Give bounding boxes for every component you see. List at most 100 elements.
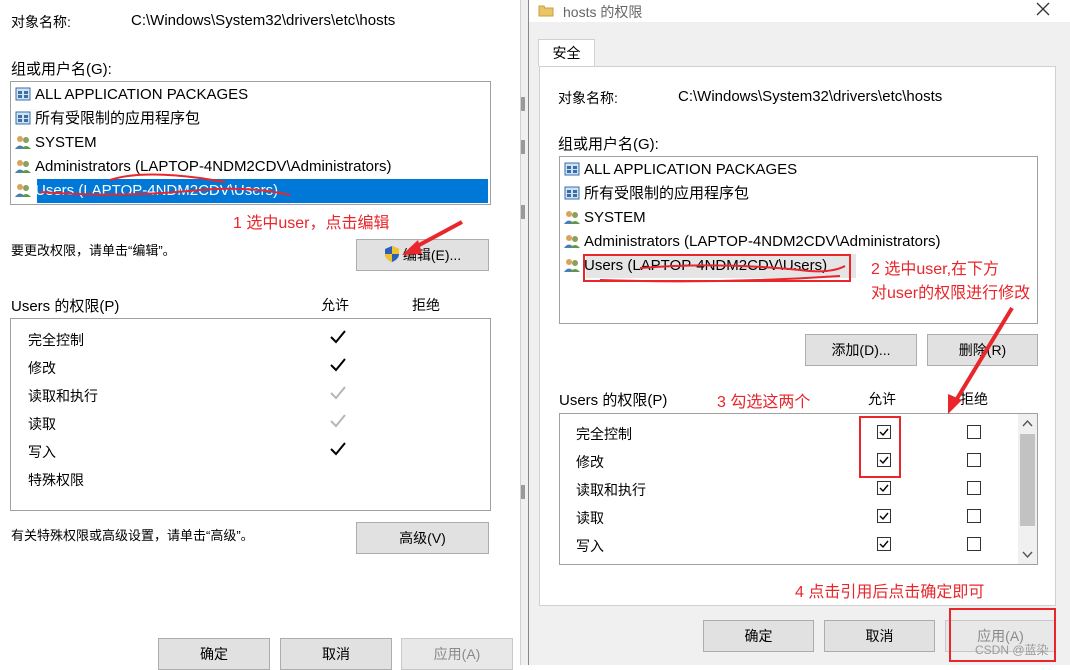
annotation-step2-line1: 2 选中user,在下方 <box>871 261 1000 278</box>
edit-button-label: 编辑(E)... <box>402 247 462 263</box>
scroll-down-icon[interactable] <box>1022 551 1033 559</box>
deny-checkbox[interactable] <box>967 509 981 523</box>
right-perm-name: 写入 <box>576 538 604 554</box>
annotation-step3: 3 勾选这两个 <box>717 394 811 411</box>
right-perm-name: 完全控制 <box>576 426 632 442</box>
folder-icon <box>538 3 554 20</box>
right-group-label: SYSTEM <box>584 209 646 226</box>
deny-checkbox[interactable] <box>967 481 981 495</box>
allow-checkbox[interactable] <box>877 481 891 495</box>
users-icon <box>564 257 580 273</box>
left-object-label: 对象名称: <box>11 14 71 30</box>
left-group-label: Users (LAPTOP-4NDM2CDV\Users) <box>35 182 279 199</box>
left-group-item[interactable]: ALL APPLICATION PACKAGES <box>15 84 248 106</box>
left-perm-name: 特殊权限 <box>28 472 84 488</box>
left-group-item[interactable]: Administrators (LAPTOP-4NDM2CDV\Administ… <box>15 156 391 178</box>
left-group-item[interactable]: 所有受限制的应用程序包 <box>15 108 200 130</box>
left-perm-name: 修改 <box>28 360 56 376</box>
annotation-step4: 4 点击引用后点击确定即可 <box>795 584 985 601</box>
right-groups-label: 组或用户名(G): <box>558 136 659 153</box>
right-cancel-button[interactable]: 取消 <box>824 620 935 652</box>
left-group-label: SYSTEM <box>35 134 97 151</box>
left-cancel-button[interactable]: 取消 <box>280 638 392 670</box>
checkmark-icon <box>330 358 346 372</box>
tab-panel: 对象名称: C:\Windows\System32\drivers\etc\ho… <box>539 66 1056 606</box>
window-title: hosts 的权限 <box>563 4 643 20</box>
right-perm-name: 读取和执行 <box>576 482 646 498</box>
watermark: CSDN @蓝染 <box>975 643 1049 657</box>
annotation-box-users <box>583 254 851 282</box>
right-permissions-list: 完全控制 修改 读取和执行 读取 写入 <box>559 413 1038 565</box>
left-ok-button[interactable]: 确定 <box>158 638 270 670</box>
right-permissions-window: hosts 的权限 安全 对象名称: C:\Windows\System32\d… <box>528 0 1070 665</box>
deny-checkbox[interactable] <box>967 453 981 467</box>
checkmark-gray-icon <box>330 386 346 400</box>
right-group-item[interactable]: ALL APPLICATION PACKAGES <box>564 159 797 181</box>
left-apply-button[interactable]: 应用(A) <box>401 638 513 670</box>
right-group-label: ALL APPLICATION PACKAGES <box>584 161 798 178</box>
right-perm-name: 修改 <box>576 454 604 470</box>
left-group-label: Administrators (LAPTOP-4NDM2CDV\Administ… <box>35 158 392 175</box>
left-perm-name: 读取和执行 <box>28 388 98 404</box>
deny-checkbox[interactable] <box>967 425 981 439</box>
users-icon <box>15 158 31 174</box>
right-group-label: 所有受限制的应用程序包 <box>584 185 750 202</box>
left-perm-name: 写入 <box>28 444 56 460</box>
right-ok-button[interactable]: 确定 <box>703 620 814 652</box>
scroll-up-icon[interactable] <box>1022 419 1033 427</box>
left-change-hint: 要更改权限，请单击“编辑”。 <box>11 243 176 258</box>
users-icon <box>564 209 580 225</box>
scroll-marker <box>521 485 525 499</box>
packages-icon <box>15 86 31 102</box>
left-allow-header: 允许 <box>321 297 349 313</box>
remove-button[interactable]: 删除(R) <box>927 334 1038 366</box>
advanced-button[interactable]: 高级(V) <box>356 522 489 554</box>
right-group-item[interactable]: SYSTEM <box>564 207 646 229</box>
packages-icon <box>564 161 580 177</box>
scroll-marker <box>521 205 525 219</box>
checkmark-gray-icon <box>330 414 346 428</box>
packages-icon <box>564 185 580 201</box>
edit-button[interactable]: 编辑(E)... <box>356 239 489 271</box>
scroll-marker <box>521 140 525 154</box>
perm-scrollbar[interactable] <box>1018 414 1037 564</box>
left-permissions-list: 完全控制 修改 读取和执行 读取 写入 特殊权限 <box>10 318 491 511</box>
right-group-item[interactable]: 所有受限制的应用程序包 <box>564 183 749 205</box>
left-group-label: ALL APPLICATION PACKAGES <box>35 86 249 103</box>
tab-security[interactable]: 安全 <box>538 39 595 66</box>
annotation-step2-line2: 对user的权限进行修改 <box>871 285 1031 302</box>
left-group-item[interactable]: SYSTEM <box>15 132 97 154</box>
right-perm-name: 读取 <box>576 510 604 526</box>
scroll-thumb[interactable] <box>1020 434 1035 526</box>
checkmark-icon <box>330 442 346 456</box>
allow-checkbox[interactable] <box>877 537 891 551</box>
right-deny-header: 拒绝 <box>960 391 988 407</box>
checkmark-icon <box>330 330 346 344</box>
left-groups-label: 组或用户名(G): <box>11 61 112 78</box>
close-icon[interactable] <box>1036 2 1050 19</box>
deny-checkbox[interactable] <box>967 537 981 551</box>
right-allow-header: 允许 <box>868 391 896 407</box>
left-groups-listbox[interactable]: ALL APPLICATION PACKAGES 所有受限制的应用程序包 SYS… <box>10 81 491 205</box>
users-icon <box>15 134 31 150</box>
left-properties-dialog: 对象名称: C:\Windows\System32\drivers\etc\ho… <box>0 0 522 670</box>
left-perm-title: Users 的权限(P) <box>11 298 120 315</box>
left-object-path: C:\Windows\System32\drivers\etc\hosts <box>131 12 396 29</box>
shield-icon <box>384 243 400 273</box>
annotation-step1: 1 选中user，点击编辑 <box>233 215 390 232</box>
left-advanced-hint: 有关特殊权限或高级设置，请单击“高级”。 <box>11 528 254 543</box>
left-group-item-selected[interactable]: Users (LAPTOP-4NDM2CDV\Users) <box>15 180 278 202</box>
annotation-box-checkboxes <box>859 416 901 478</box>
add-button[interactable]: 添加(D)... <box>805 334 917 366</box>
allow-checkbox[interactable] <box>877 509 891 523</box>
window-titlebar[interactable]: hosts 的权限 <box>529 0 1070 22</box>
right-object-path: C:\Windows\System32\drivers\etc\hosts <box>678 88 943 105</box>
left-perm-name: 完全控制 <box>28 332 84 348</box>
right-object-label: 对象名称: <box>558 90 618 106</box>
left-group-label: 所有受限制的应用程序包 <box>35 110 201 127</box>
right-group-label: Administrators (LAPTOP-4NDM2CDV\Administ… <box>584 233 941 250</box>
packages-icon <box>15 110 31 126</box>
right-group-item[interactable]: Administrators (LAPTOP-4NDM2CDV\Administ… <box>564 231 940 253</box>
right-perm-title: Users 的权限(P) <box>559 392 668 409</box>
users-icon <box>564 233 580 249</box>
